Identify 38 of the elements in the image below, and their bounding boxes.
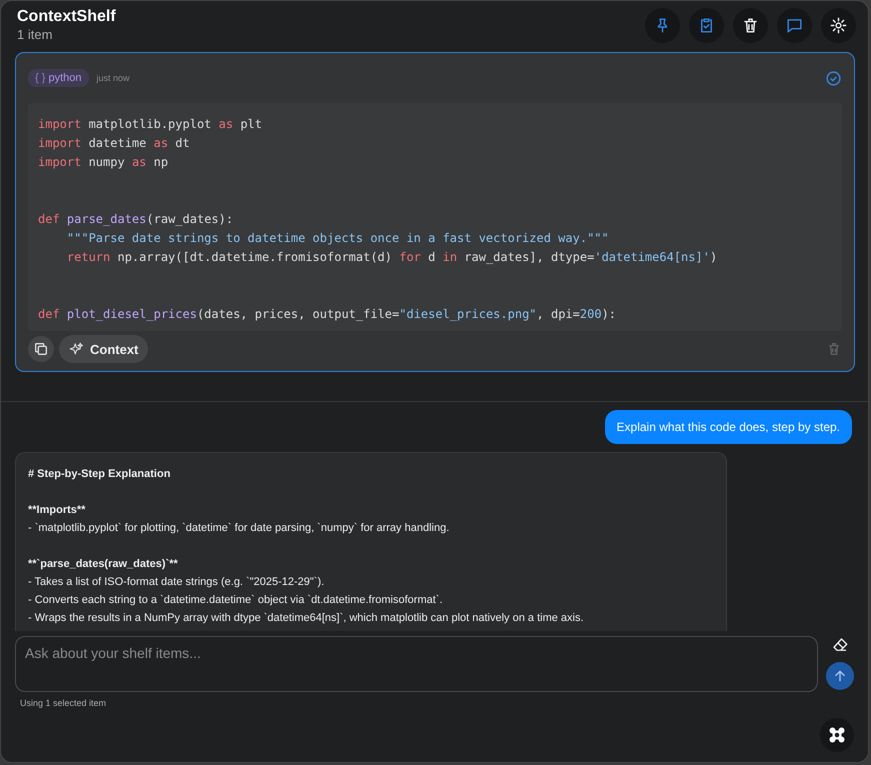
chat-bubble-icon	[785, 16, 804, 35]
code-line: return np.array([dt.datetime.fromisoformat(d) for d in raw_dates], dtype='datetime64[ns]')	[66, 249, 718, 266]
code-line: def plot_diesel_prices(dates, prices, output_file="diesel_prices.png", dpi=200):	[38, 306, 618, 323]
trash-button[interactable]	[733, 8, 768, 43]
eraser-icon[interactable]	[831, 636, 849, 654]
copy-icon	[33, 341, 49, 357]
floating-menu-button[interactable]	[820, 718, 854, 752]
settings-button[interactable]	[821, 8, 856, 43]
message-line: - Takes a list of ISO-format date strings (e.g. `"2025-12-29"`).	[28, 575, 326, 590]
context-button[interactable]: Context	[59, 335, 148, 363]
send-button[interactable]	[826, 662, 854, 690]
code-line: import matplotlib.pyplot as plt	[38, 116, 263, 133]
user-message: Explain what this code does, step by step.	[604, 410, 852, 444]
message-heading: **Imports**	[28, 503, 86, 518]
language-tag: { } python	[28, 69, 88, 87]
app-title: ContextShelf	[17, 8, 116, 26]
clipboard-check-button[interactable]	[689, 8, 724, 43]
status-text: Using 1 selected item	[20, 698, 108, 708]
message-heading: **`parse_dates(raw_dates)`**	[28, 557, 179, 572]
item-count: 1 item	[17, 27, 54, 42]
settings-icon	[829, 16, 848, 35]
message-line: - Wraps the results in a NumPy array with dtype `datetime64[ns]`, which matplotlib can plot natively on a time axis.	[28, 611, 585, 626]
chat-button[interactable]	[777, 8, 812, 43]
arrow-up-icon	[833, 669, 847, 683]
sparkle-icon	[69, 342, 84, 356]
four-dots-icon	[828, 726, 846, 744]
code-line: import datetime as dt	[38, 135, 191, 152]
code-line: """Parse date strings to datetime objects once in a fast vectorized way."""	[66, 230, 610, 247]
code-line: def parse_dates(raw_dates):	[38, 211, 234, 228]
timestamp: just now	[96, 73, 130, 83]
message-line: - Converts each string to a `datetime.datetime` object via `dt.datetime.fromisoformat`.	[28, 593, 444, 608]
pin-button[interactable]	[645, 8, 680, 43]
message-input[interactable]: Ask about your shelf items...	[15, 636, 818, 692]
message-line: - `matplotlib.pyplot` for plotting, `datetime` for date parsing, `numpy` for array handling.	[28, 521, 450, 536]
code-line: import numpy as np	[38, 154, 170, 171]
copy-button[interactable]	[28, 336, 54, 362]
check-circle-icon[interactable]	[825, 70, 842, 86]
message-heading: # Step-by-Step Explanation	[28, 467, 172, 482]
